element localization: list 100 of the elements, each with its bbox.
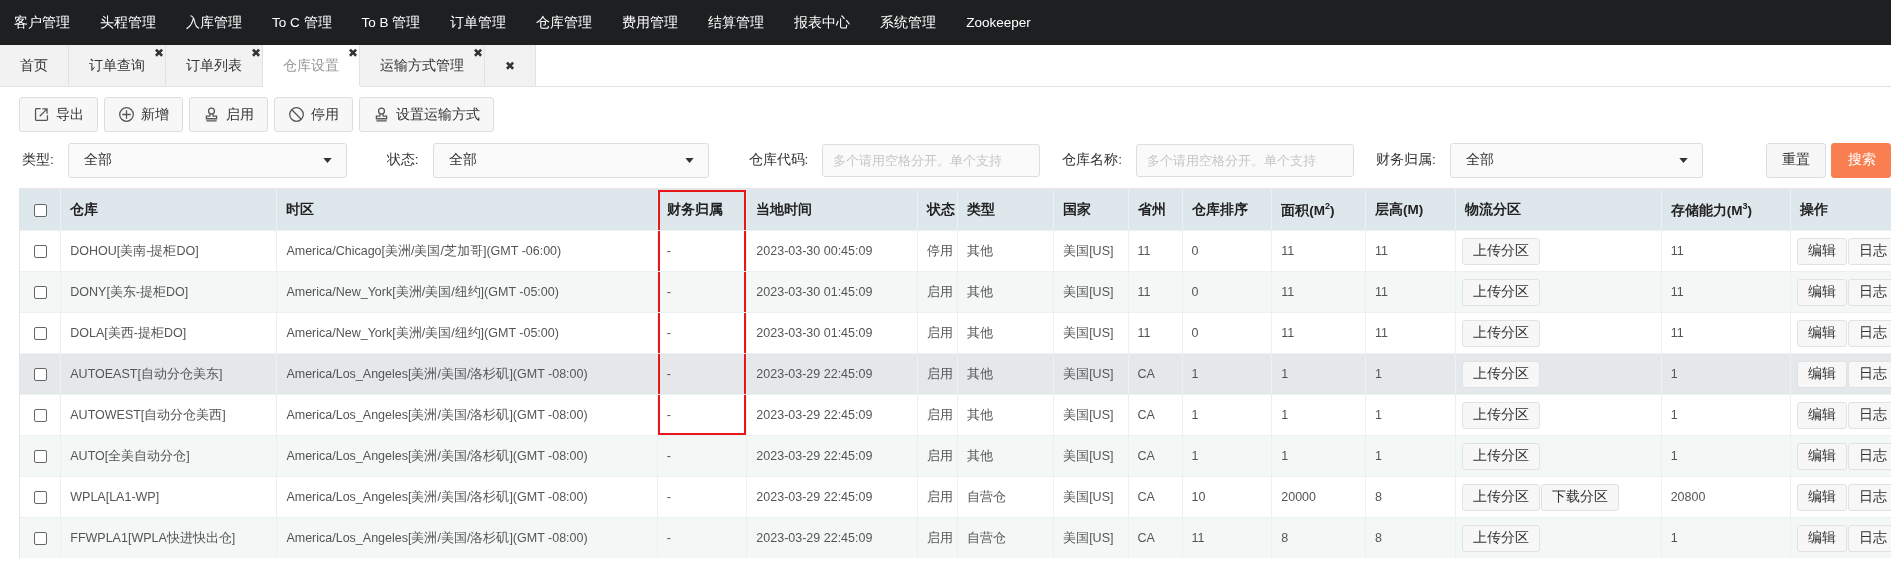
nav-menu-item[interactable]: 头程管理 (100, 13, 156, 32)
zone-button[interactable]: 下载分区 (1540, 483, 1619, 511)
column-header: 仓库 (60, 190, 277, 231)
toolbar-button[interactable]: 导出 (19, 97, 98, 132)
table-cell: CA (1128, 394, 1183, 436)
table-cell: 0 (1182, 271, 1272, 313)
zone-button[interactable]: 上传分区 (1461, 360, 1540, 388)
close-icon[interactable]: ✖ (472, 47, 483, 59)
table-cell: 11 (1271, 271, 1366, 313)
zone-button[interactable]: 上传分区 (1461, 483, 1540, 511)
toolbar-button[interactable]: 启用 (189, 97, 268, 132)
tab[interactable]: 运输方式管理 ✖ (360, 45, 485, 86)
close-icon[interactable]: ✖ (505, 59, 516, 72)
table-cell: 2023-03-30 01:45:09 (746, 271, 918, 313)
nav-menu-item[interactable]: Zookeeper (966, 15, 1031, 30)
zone-button[interactable]: 上传分区 (1461, 278, 1540, 306)
table-cell: 11 (1271, 312, 1366, 354)
zone-button[interactable]: 上传分区 (1461, 442, 1540, 470)
select-field[interactable]: 全部 (67, 142, 347, 178)
table-cell: - (657, 394, 747, 436)
action-button[interactable]: 日志 (1848, 360, 1891, 388)
stamp-icon (203, 106, 220, 123)
table-cell: America/Los_Angeles[美洲/美国/洛杉矶](GMT -08:00) (276, 394, 658, 436)
action-button[interactable]: 编辑 (1797, 401, 1848, 429)
column-header: 仓库排序 (1182, 190, 1272, 231)
zone-button[interactable]: 上传分区 (1461, 401, 1540, 429)
checkbox[interactable] (33, 368, 47, 382)
nav-menu-item[interactable]: 费用管理 (622, 13, 679, 32)
action-button[interactable]: 编辑 (1797, 442, 1848, 470)
column-header: 省州 (1128, 190, 1183, 231)
action-button[interactable]: 编辑 (1797, 237, 1848, 265)
nav-menu-item[interactable]: 订单管理 (450, 13, 507, 32)
table-cell: 11 (1128, 312, 1183, 354)
filter-label: 财务归属: (1376, 151, 1436, 169)
table-cell: - (657, 353, 747, 395)
action-button[interactable]: 日志 (1848, 483, 1891, 511)
tab[interactable]: 首页 (0, 45, 69, 86)
checkbox[interactable] (33, 532, 47, 546)
zone-button[interactable]: 上传分区 (1461, 524, 1540, 552)
table-cell: 1 (1661, 435, 1791, 477)
action-button[interactable]: 编辑 (1797, 278, 1848, 306)
nav-menu-item[interactable]: 报表中心 (794, 13, 851, 32)
table-cell: 1 (1661, 517, 1791, 558)
action-button[interactable]: 日志 (1848, 237, 1891, 265)
table-cell: 美国[US] (1053, 394, 1129, 436)
caret-icon (322, 157, 332, 163)
checkbox[interactable] (33, 245, 47, 259)
select-field[interactable]: 全部 (1449, 142, 1703, 178)
action-button[interactable]: 编辑 (1797, 360, 1848, 388)
table-cell: 自营仓 (957, 476, 1054, 518)
nav-menu-item[interactable]: 结算管理 (708, 13, 765, 32)
checkbox[interactable] (33, 286, 47, 300)
caret-icon (1678, 157, 1688, 163)
action-button[interactable]: 日志 (1848, 442, 1891, 470)
checkbox[interactable] (33, 204, 47, 218)
zone-button[interactable]: 上传分区 (1461, 319, 1540, 347)
close-icon[interactable]: ✖ (153, 47, 164, 59)
select-field[interactable]: 全部 (432, 142, 709, 178)
column-header: 面积(M$^{2}$) (1271, 190, 1366, 231)
table-cell: America/Los_Angeles[美洲/美国/洛杉矶](GMT -08:00) (276, 435, 658, 477)
table-cell: - (657, 230, 747, 272)
tab[interactable]: 订单查询 ✖ (69, 45, 166, 86)
nav-menu-item[interactable]: 系统管理 (880, 13, 937, 32)
action-button[interactable]: 编辑 (1797, 524, 1848, 552)
table-cell: 20000 (1271, 476, 1366, 518)
checkbox[interactable] (33, 409, 47, 423)
nav-menu-item[interactable]: 仓库管理 (536, 13, 593, 32)
action-button[interactable]: 日志 (1848, 401, 1891, 429)
toolbar-button[interactable]: 设置运输方式 (359, 97, 494, 132)
table-cell: AUTO[全美自动分仓] (60, 435, 277, 477)
table-cell: 1 (1182, 435, 1272, 477)
close-icon[interactable]: ✖ (250, 47, 261, 59)
table-cell: AUTOEAST[自动分仓美东] (60, 353, 277, 395)
toolbar-button[interactable]: 停用 (274, 97, 353, 132)
nav-menu-item[interactable]: To B 管理 (361, 13, 421, 32)
action-button[interactable]: 日志 (1848, 319, 1891, 347)
nav-menu-item[interactable]: To C 管理 (272, 13, 332, 32)
zone-button[interactable]: 上传分区 (1461, 237, 1540, 265)
action-button[interactable]: 编辑 (1797, 319, 1848, 347)
checkbox[interactable] (33, 450, 47, 464)
action-button[interactable]: 编辑 (1797, 483, 1848, 511)
close-icon[interactable]: ✖ (347, 47, 358, 59)
action-button[interactable]: 日志 (1848, 524, 1891, 552)
tab[interactable]: ✖ (485, 45, 537, 86)
table-cell: 8 (1365, 517, 1456, 558)
table-cell: - (657, 271, 747, 313)
checkbox[interactable] (33, 327, 47, 341)
tab[interactable]: 订单列表 ✖ (166, 45, 263, 86)
checkbox[interactable] (33, 491, 47, 505)
column-header: 时区 (276, 190, 658, 231)
table-cell: 0 (1182, 230, 1272, 272)
nav-menu-item[interactable]: 入库管理 (186, 13, 242, 32)
action-button[interactable]: 日志 (1848, 278, 1891, 306)
table-cell: 启用 (917, 517, 958, 558)
toolbar-button[interactable]: 新增 (104, 97, 183, 132)
table-cell: 10 (1182, 476, 1272, 518)
reset-button[interactable]: 重置 (1766, 142, 1826, 178)
nav-menu-item[interactable]: 客户管理 (14, 13, 70, 32)
table-cell: - (657, 435, 747, 477)
table-cell: - (657, 312, 747, 354)
